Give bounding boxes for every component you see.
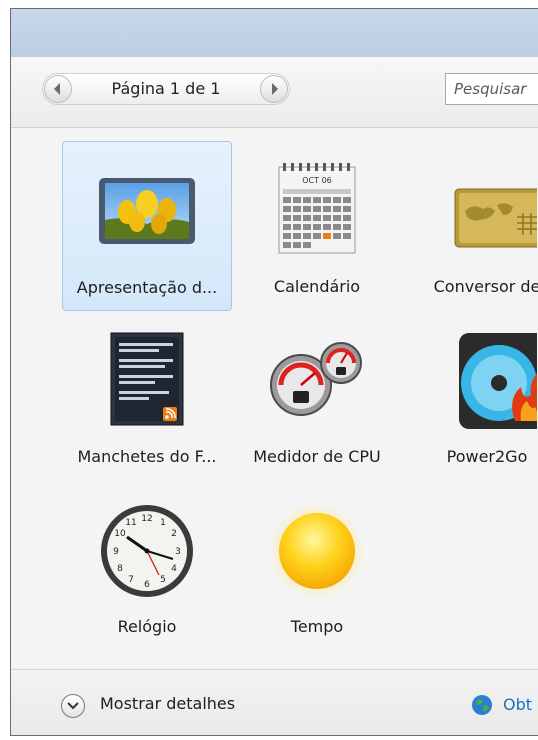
gadget-tile-cpu-meter[interactable]: Medidor de CPU — [232, 311, 402, 481]
weather-icon — [269, 503, 365, 599]
search-input[interactable] — [445, 73, 538, 105]
gadget-tile-slideshow[interactable]: Apresentação d... — [62, 141, 232, 311]
title-bar[interactable] — [11, 9, 538, 57]
gadget-tile-power2go[interactable]: Power2Go — [402, 311, 538, 481]
calendar-month-label: OCT 06 — [302, 176, 332, 185]
svg-text:10: 10 — [114, 529, 126, 539]
svg-text:8: 8 — [117, 564, 123, 574]
svg-text:7: 7 — [128, 575, 134, 585]
gadget-tile-weather[interactable]: Tempo — [232, 481, 402, 651]
svg-text:12: 12 — [141, 514, 152, 524]
gadget-label: Apresentação d... — [76, 278, 218, 297]
show-details-label[interactable]: Mostrar detalhes — [100, 694, 235, 713]
slideshow-icon — [99, 178, 195, 244]
show-details-button[interactable] — [61, 694, 85, 718]
get-more-gadgets-link[interactable]: Obt — [503, 695, 532, 714]
page-indicator: Página 1 de 1 — [111, 79, 221, 98]
gadget-tile-feed-headlines[interactable]: Manchetes do F... — [62, 311, 232, 481]
pager: Página 1 de 1 — [42, 73, 290, 105]
svg-text:5: 5 — [160, 575, 166, 585]
gadget-tile-currency-converter[interactable]: Conversor de — [402, 141, 538, 311]
gadget-label: Manchetes do F... — [77, 447, 217, 466]
svg-text:9: 9 — [113, 547, 119, 557]
svg-text:1: 1 — [160, 518, 166, 528]
gadget-label: Power2Go — [446, 447, 528, 466]
toolbar: Página 1 de 1 — [11, 57, 538, 128]
svg-text:2: 2 — [171, 529, 177, 539]
gadget-tile-clock[interactable]: 12 1 2 345 678 9 10 11 Relógio — [62, 481, 232, 651]
gadget-label: Conversor de — [433, 277, 538, 296]
svg-text:3: 3 — [175, 547, 181, 557]
svg-text:11: 11 — [125, 518, 136, 528]
gadget-label: Relógio — [117, 617, 177, 636]
feed-headlines-icon — [110, 332, 184, 426]
chevron-right-icon — [272, 83, 278, 95]
chevron-left-icon — [54, 83, 60, 95]
power2go-icon — [459, 333, 537, 429]
gadget-label: Medidor de CPU — [253, 447, 381, 466]
gadget-gallery-window: Página 1 de 1 Apresentação d — [10, 8, 538, 736]
gadget-tile-calendar[interactable]: OCT 06 Calendário — [232, 141, 402, 311]
chevron-down-icon — [67, 702, 79, 710]
next-page-button[interactable] — [260, 75, 288, 103]
svg-text:4: 4 — [171, 564, 177, 574]
globe-icon — [472, 695, 492, 715]
svg-text:6: 6 — [144, 580, 150, 590]
calendar-icon: OCT 06 — [278, 163, 356, 254]
gadget-label: Tempo — [290, 617, 344, 636]
currency-converter-icon — [454, 188, 537, 248]
gadget-grid: Apresentação d... OCT 06 Calendário Conv… — [11, 128, 538, 668]
clock-icon: 12 12 345 678 91011 — [101, 505, 193, 597]
previous-page-button[interactable] — [44, 75, 72, 103]
footer-bar: Mostrar detalhes Obt — [11, 669, 538, 735]
cpu-meter-icon — [270, 342, 362, 416]
gadget-label: Calendário — [273, 277, 361, 296]
